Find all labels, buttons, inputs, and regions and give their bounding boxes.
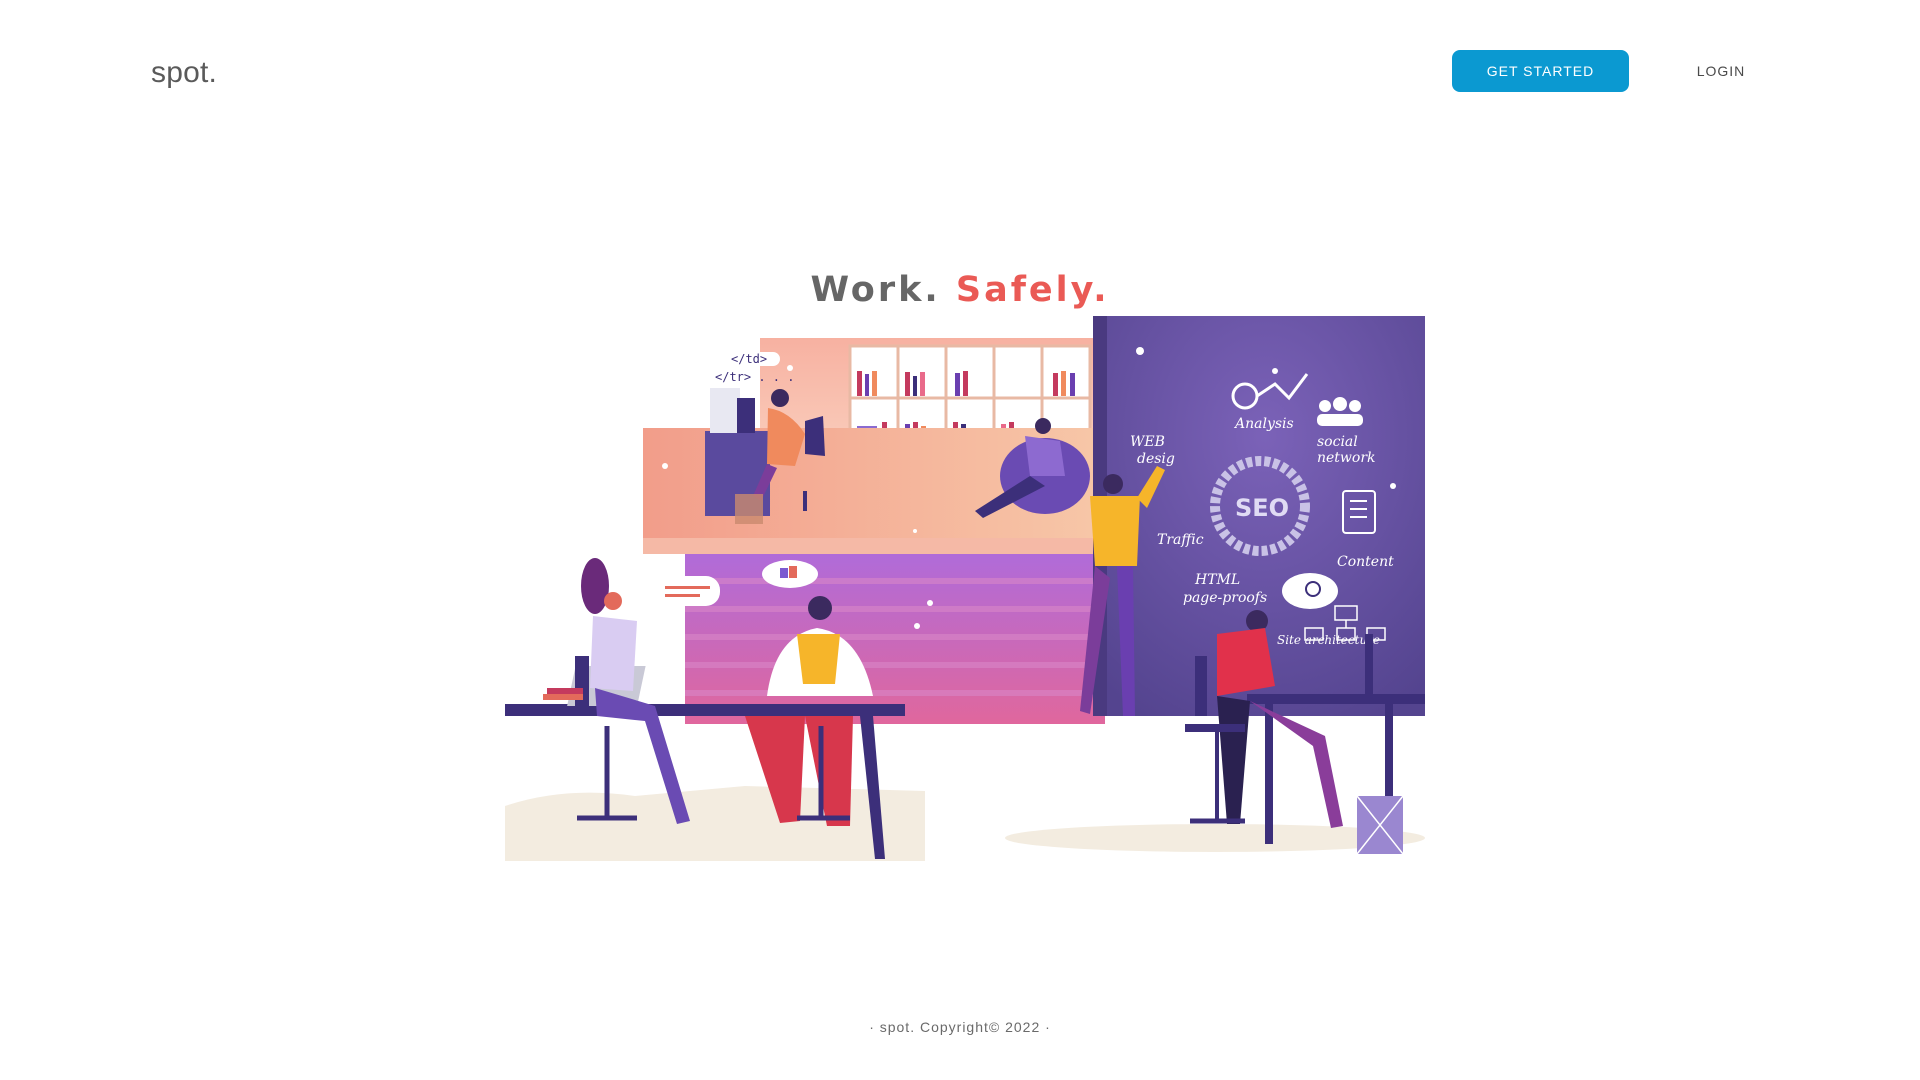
board-label-traffic: Traffic — [1157, 532, 1204, 548]
board-label-seo: SEO — [1235, 494, 1289, 522]
chat-bubble — [655, 576, 720, 606]
board-label-html: HTML — [1194, 572, 1240, 588]
footer-copyright: · spot. Copyright© 2022 · — [869, 1019, 1051, 1035]
login-button[interactable]: LOGIN — [1676, 50, 1766, 92]
board-label-social: social — [1317, 434, 1358, 450]
book-stack — [543, 688, 583, 700]
logo[interactable]: spot. — [151, 56, 217, 90]
board-label-analysis: Analysis — [1233, 416, 1294, 432]
code-bubble-line2: </tr> . . . — [715, 370, 794, 384]
magnifier-bubble — [1282, 573, 1338, 609]
hero-title-part2: Safely. — [955, 270, 1110, 310]
board-label-site-architecture: Site architecture — [1277, 633, 1380, 647]
board-label-design: desig — [1137, 451, 1175, 467]
board-label-content: Content — [1337, 554, 1394, 570]
hero-title-part1: Work. — [810, 270, 941, 310]
stairs — [685, 554, 1105, 724]
board-label-web: WEB — [1130, 434, 1165, 450]
code-bubble-line1: </td> — [731, 352, 767, 366]
ground — [505, 786, 925, 861]
hero-title: Work. Safely. — [0, 270, 1920, 310]
get-started-button[interactable]: GET STARTED — [1452, 50, 1629, 92]
office-illustration: </td> </tr> . . . WEB desig Analysis soc… — [505, 316, 1425, 861]
board-label-network: network — [1317, 450, 1376, 466]
landing-page: spot. GET STARTED LOGIN Work. Safely. </… — [0, 0, 1920, 1080]
thumbs-up-bubble — [762, 560, 818, 588]
trash-can — [1356, 795, 1404, 855]
board-label-page-proofs: page-proofs — [1183, 590, 1267, 606]
